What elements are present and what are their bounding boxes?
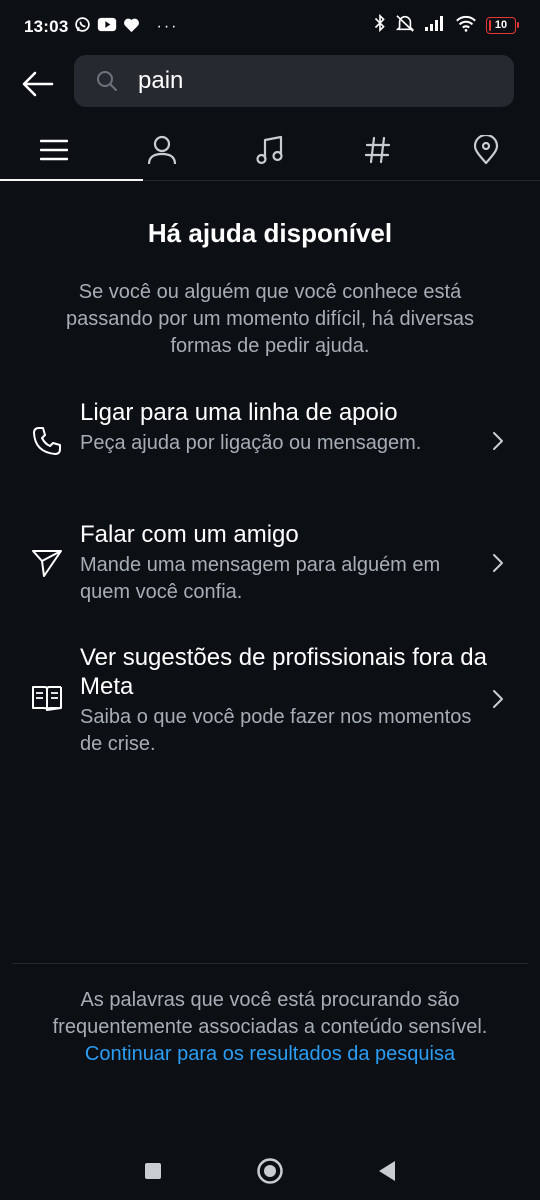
person-icon [148, 135, 176, 165]
status-right: 10 [374, 13, 519, 37]
triangle-back-icon [377, 1160, 397, 1182]
search-tabs [0, 120, 540, 181]
tab-audio[interactable] [216, 120, 324, 180]
send-icon [30, 546, 64, 580]
option-description: Peça ajuda por ligação ou mensagem. [80, 432, 422, 454]
option-talk-to-friend[interactable]: Falar com um amigo Mande uma mensagem pa… [0, 518, 540, 613]
youtube-icon [97, 16, 117, 38]
option-title: Ligar para uma linha de apoio [80, 399, 398, 426]
search-input[interactable]: pain [138, 67, 183, 95]
home-circle-icon [256, 1157, 284, 1185]
option-description: Mande uma mensagem para alguém em quem v… [80, 554, 441, 603]
tab-places[interactable] [432, 120, 540, 180]
chevron-right-icon [488, 429, 508, 453]
battery-icon: 10 [486, 17, 519, 34]
back-nav-button[interactable] [370, 1154, 404, 1188]
help-subtitle: Se você ou alguém que você conhece está … [66, 281, 474, 357]
help-title: Há ajuda disponível [147, 218, 393, 248]
chevron-right-icon [488, 551, 508, 575]
music-note-icon [256, 135, 284, 165]
whatsapp-icon [74, 16, 91, 38]
location-pin-icon [473, 135, 499, 165]
square-icon [144, 1162, 162, 1180]
status-time: 13:03 [24, 17, 69, 36]
tab-top[interactable] [0, 120, 143, 181]
back-arrow-icon [22, 71, 54, 97]
signal-icon [424, 15, 446, 36]
status-bar: 13:03 ··· 10 [0, 0, 540, 54]
option-call-helpline[interactable]: Ligar para uma linha de apoio Peça ajuda… [0, 396, 540, 491]
sensitive-content-text: As palavras que você está procurando são… [52, 989, 488, 1038]
option-professional-suggestions[interactable]: Ver sugestões de profissionais fora da M… [0, 641, 540, 766]
status-left: 13:03 ··· [24, 16, 178, 38]
back-button[interactable] [18, 62, 58, 106]
home-button[interactable] [253, 1154, 287, 1188]
chevron-right-icon [488, 687, 508, 711]
sensitive-content-notice: As palavras que você está procurando são… [30, 987, 510, 1068]
heart-icon [123, 17, 140, 38]
phone-icon [30, 424, 64, 458]
more-indicator: ··· [156, 18, 179, 35]
mute-icon [395, 14, 415, 37]
search-icon [96, 70, 118, 92]
continue-to-results-link[interactable]: Continuar para os resultados da pesquisa [85, 1043, 455, 1065]
battery-level: 10 [494, 19, 508, 31]
tab-tags[interactable] [324, 120, 432, 180]
system-nav-bar [0, 1140, 540, 1200]
hashtag-icon [365, 136, 391, 164]
wifi-icon [455, 15, 477, 37]
menu-icon [40, 138, 68, 162]
book-icon [30, 681, 64, 715]
option-title: Ver sugestões de profissionais fora da M… [80, 644, 487, 700]
footer-divider [12, 963, 528, 964]
search-field[interactable]: pain [74, 55, 514, 107]
option-title: Falar com um amigo [80, 521, 299, 548]
tab-accounts[interactable] [108, 120, 216, 180]
bluetooth-icon [374, 13, 386, 37]
recents-button[interactable] [136, 1154, 170, 1188]
option-description: Saiba o que você pode fazer nos momentos… [80, 706, 472, 755]
